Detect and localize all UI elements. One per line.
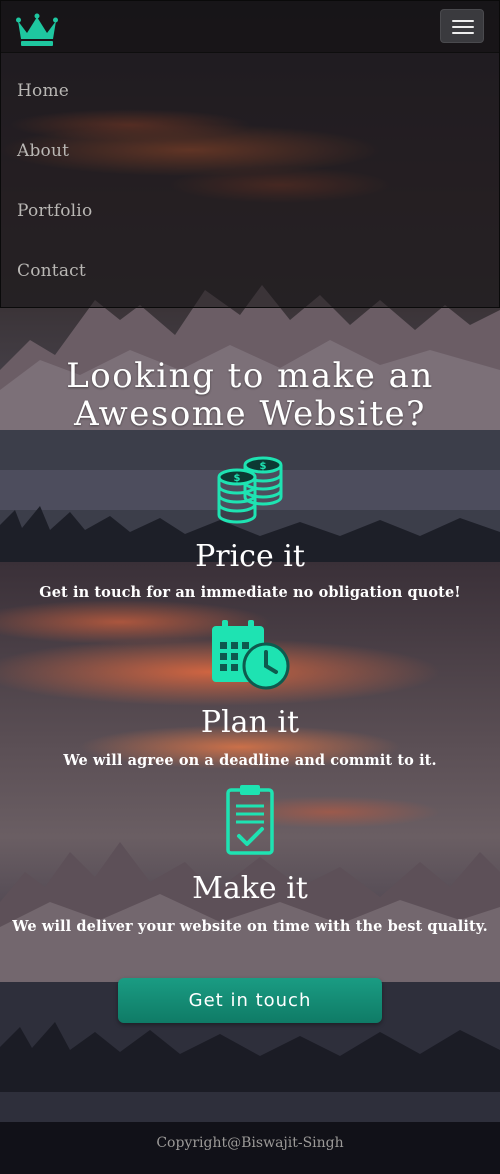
nav-link-home[interactable]: Home (17, 81, 69, 101)
feature-make: Make it We will deliver your website on … (0, 784, 500, 935)
hamburger-bar-icon (452, 26, 474, 28)
menu-toggle-button[interactable] (440, 9, 484, 43)
coins-icon: $ $ (217, 456, 283, 524)
navbar: Home About Portfolio Contact (0, 0, 500, 308)
feature-price: $ $ Price it Get in touch for an immedia… (0, 456, 500, 601)
headline-line-1: Looking to make an (66, 356, 434, 396)
navbar-header (1, 1, 499, 53)
nav-menu: Home About Portfolio Contact (1, 53, 499, 293)
nav-item-contact: Contact (1, 233, 499, 293)
hamburger-bar-icon (452, 32, 474, 34)
feature-title: Make it (192, 871, 308, 906)
get-in-touch-button[interactable]: Get in touch (118, 978, 382, 1023)
calendar-clock-icon (212, 620, 290, 690)
hamburger-bar-icon (452, 20, 474, 22)
feature-plan: Plan it We will agree on a deadline and … (0, 620, 500, 769)
crown-logo-icon[interactable] (16, 13, 58, 47)
clipboard-check-icon (226, 785, 274, 855)
nav-link-about[interactable]: About (17, 141, 69, 161)
feature-description: Get in touch for an immediate no obligat… (39, 584, 461, 601)
nav-item-portfolio: Portfolio (1, 173, 499, 233)
nav-link-portfolio[interactable]: Portfolio (17, 201, 92, 221)
feature-title: Price it (195, 539, 305, 574)
headline-line-2: Awesome Website? (74, 394, 426, 434)
copyright-text: Copyright@Biswajit-Singh (156, 1135, 344, 1151)
svg-text:$: $ (260, 461, 267, 472)
nav-item-about: About (1, 113, 499, 173)
hero-headline: Looking to make an Awesome Website? (0, 357, 500, 433)
footer: Copyright@Biswajit-Singh (0, 1122, 500, 1174)
nav-item-home: Home (1, 53, 499, 113)
svg-text:$: $ (234, 473, 241, 484)
feature-description: We will deliver your website on time wit… (12, 918, 488, 935)
feature-description: We will agree on a deadline and commit t… (63, 752, 437, 769)
feature-title: Plan it (200, 705, 300, 740)
nav-link-contact[interactable]: Contact (17, 261, 86, 281)
